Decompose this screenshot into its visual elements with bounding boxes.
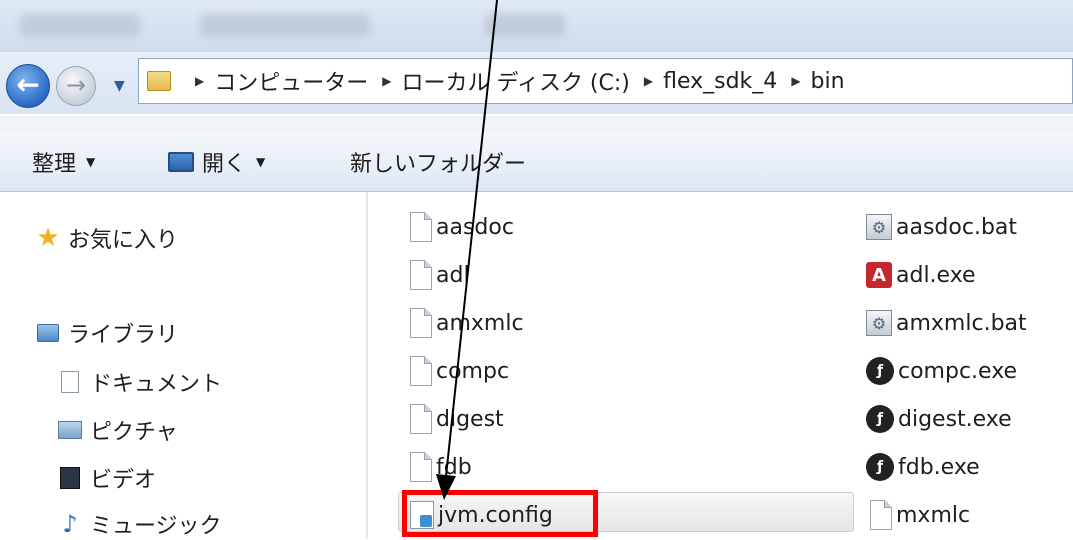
annotation-arrow-line (445, 0, 498, 477)
annotation-arrow (436, 0, 498, 500)
annotation-arrow-head (436, 474, 456, 500)
